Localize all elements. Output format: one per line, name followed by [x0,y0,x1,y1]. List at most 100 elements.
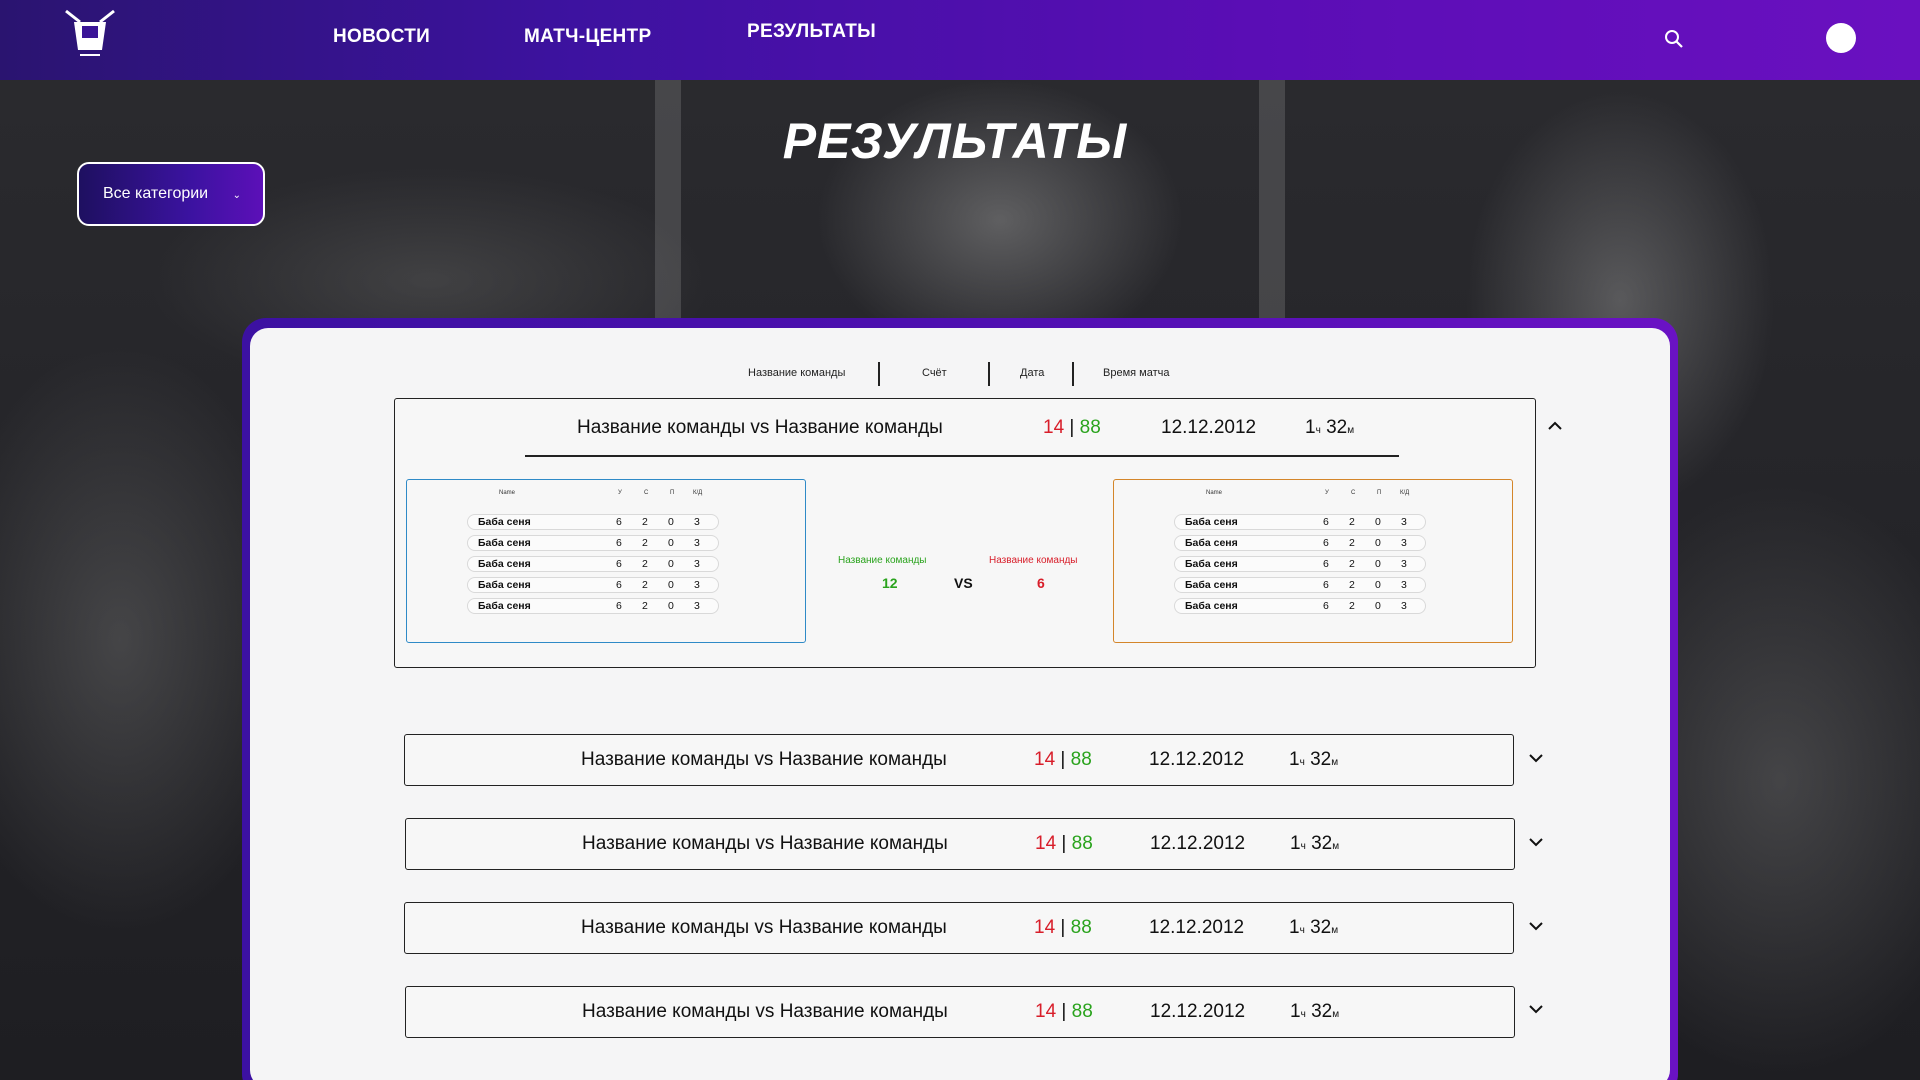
player-stat: 6 [616,516,622,528]
player-stat: 3 [694,600,700,612]
match-title: Название команды vs Название команды [581,917,947,938]
player-name: Баба сеня [478,558,531,570]
col-divider [1072,362,1074,386]
match-date: 12.12.2012 [1150,833,1246,854]
match-expanded[interactable]: Название команды vs Название команды 14 … [394,398,1536,668]
duration-minutes-unit: м [1331,757,1339,768]
player-stat: 2 [642,516,648,528]
team-left-name: Название команды [838,555,927,566]
player-row: Баба сеня 6 2 0 3 [1174,535,1426,551]
duration-minutes-unit: м [1332,841,1340,852]
stat-header-s: С [1351,490,1356,496]
page-title: РЕЗУЛЬТАТЫ [782,113,1128,169]
match-row[interactable]: Название команды vs Название команды 14 … [404,902,1514,954]
col-divider [988,362,990,386]
score-separator: | [1061,833,1067,854]
match-score: 14 | 88 [1043,417,1101,439]
team-right-name: Название команды [989,555,1078,566]
duration-minutes: 32 [1326,417,1348,438]
match-row[interactable]: Название команды vs Название команды 14 … [405,818,1515,870]
nav-item-news[interactable]: НОВОСТИ [333,26,430,48]
player-name: Баба сеня [1185,558,1238,570]
duration-hours-unit: ч [1299,757,1305,768]
team-card-left: Name У С П К/Д Баба сеня 6 2 0 3 Баба се… [406,479,806,643]
chevron-down-icon[interactable] [1527,836,1545,848]
player-row: Баба сеня 6 2 0 3 [467,598,719,614]
match-row[interactable]: Название команды vs Название команды 14 … [405,986,1515,1038]
stat-header-u: У [618,490,622,496]
duration-minutes-unit: м [1347,425,1355,436]
player-row: Баба сеня 6 2 0 3 [1174,598,1426,614]
player-stat: 3 [1401,516,1407,528]
player-stat: 3 [1401,558,1407,570]
stat-header-p: П [1377,490,1382,496]
player-stat: 0 [668,537,674,549]
player-stat: 6 [616,537,622,549]
duration-minutes: 32 [1311,1001,1333,1022]
match-title: Название команды vs Название команды [581,749,947,770]
category-select[interactable]: Все категории ⌄ [77,162,265,226]
top-navbar: НОВОСТИ МАТЧ-ЦЕНТР РЕЗУЛЬТАТЫ [0,0,1920,80]
avatar[interactable] [1826,23,1856,53]
player-stat: 2 [1349,600,1355,612]
player-name: Баба сеня [1185,600,1238,612]
duration-hours: 1 [1289,749,1300,770]
category-select-label: Все категории [103,185,209,202]
score-right: 88 [1070,917,1092,938]
chevron-down-icon: ⌄ [232,190,241,201]
match-score: 14 | 88 [1035,833,1093,855]
player-stat: 6 [1323,537,1329,549]
player-row: Баба сеня 6 2 0 3 [467,556,719,572]
duration-hours-unit: ч [1300,841,1306,852]
score-left: 14 [1035,1001,1057,1022]
col-header-duration: Время матча [1103,367,1170,379]
player-stat: 6 [616,600,622,612]
search-icon[interactable] [1664,29,1684,49]
player-stat: 3 [1401,600,1407,612]
chevron-down-icon[interactable] [1527,1003,1545,1015]
player-stat: 6 [1323,600,1329,612]
score-right: 88 [1071,1001,1093,1022]
match-row[interactable]: Название команды vs Название команды 14 … [404,734,1514,786]
col-header-date: Дата [1020,367,1045,379]
player-stat: 0 [668,516,674,528]
divider [525,455,1399,457]
player-stat: 2 [642,558,648,570]
player-name: Баба сеня [478,579,531,591]
player-stat: 0 [668,600,674,612]
chevron-down-icon[interactable] [1527,920,1545,932]
match-duration: 1ч 32м [1290,833,1339,855]
stat-header-name: Name [1206,490,1223,496]
duration-minutes: 32 [1310,917,1332,938]
logo-icon[interactable] [62,8,118,60]
player-stat: 3 [694,558,700,570]
player-stat: 0 [668,579,674,591]
match-duration: 1ч 32м [1290,1001,1339,1023]
player-stat: 3 [1401,579,1407,591]
duration-minutes-unit: м [1332,1009,1340,1020]
player-name: Баба сеня [1185,537,1238,549]
col-divider [878,362,880,386]
player-stat: 6 [1323,516,1329,528]
nav-item-match-center[interactable]: МАТЧ-ЦЕНТР [524,26,651,48]
player-name: Баба сеня [1185,579,1238,591]
match-score: 14 | 88 [1035,1001,1093,1023]
col-header-team: Название команды [748,367,846,379]
player-stat: 2 [642,579,648,591]
chevron-down-icon[interactable] [1527,752,1545,764]
player-name: Баба сеня [1185,516,1238,528]
duration-hours: 1 [1290,833,1301,854]
stat-header-p: П [670,490,675,496]
player-stat: 6 [616,558,622,570]
player-stat: 3 [694,537,700,549]
match-title: Название команды vs Название команды [577,417,943,438]
chevron-up-icon[interactable] [1546,420,1564,432]
player-row: Баба сеня 6 2 0 3 [1174,556,1426,572]
match-date: 12.12.2012 [1161,417,1257,438]
match-duration: 1ч 32м [1289,749,1338,771]
score-separator: | [1069,417,1075,438]
player-stat: 0 [1375,600,1381,612]
player-stat: 0 [1375,537,1381,549]
player-stat: 0 [668,558,674,570]
nav-item-results[interactable]: РЕЗУЛЬТАТЫ [747,21,876,43]
